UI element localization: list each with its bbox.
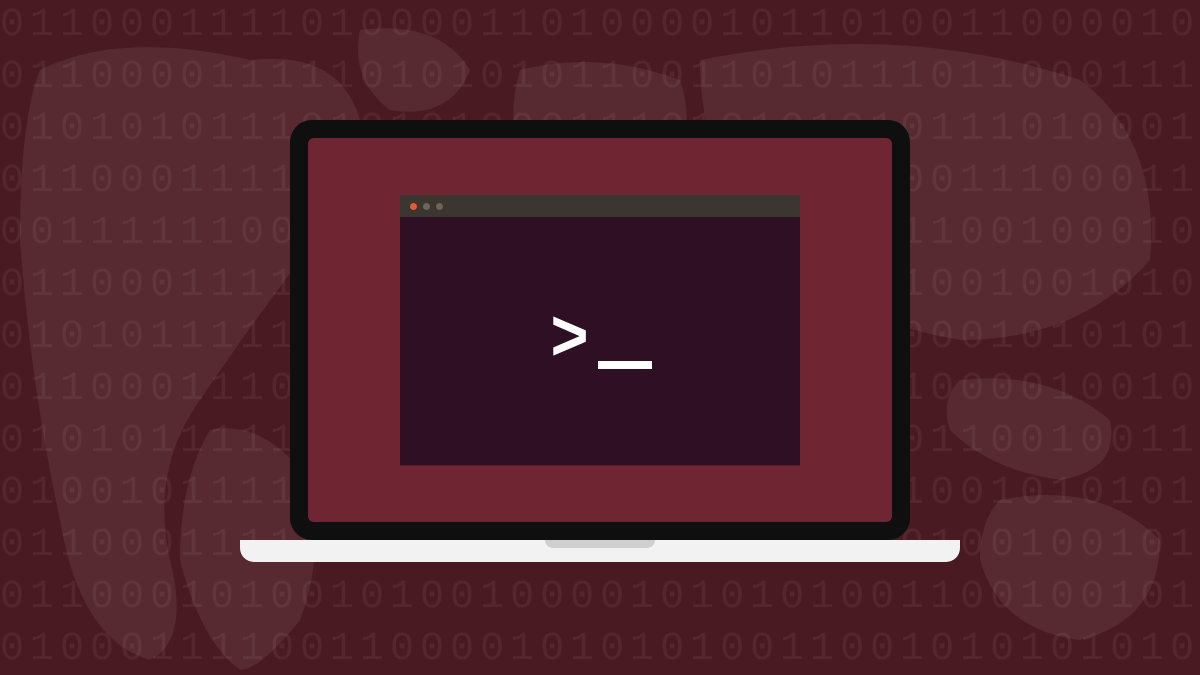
laptop-notch (545, 540, 655, 548)
terminal-body: > (400, 217, 800, 465)
laptop-lid: > (290, 120, 910, 540)
laptop-illustration: > (290, 120, 910, 562)
minimize-icon (423, 203, 430, 210)
laptop-base (240, 540, 960, 562)
laptop-screen: > (308, 138, 892, 522)
terminal-prompt: > (548, 305, 651, 377)
prompt-cursor-icon (598, 361, 652, 369)
prompt-caret-icon: > (551, 305, 590, 377)
terminal-titlebar (400, 195, 800, 217)
binary-row: 0110000111110101010110011010111011000111… (0, 55, 1200, 100)
binary-row: 0100011110011000010101010011001010101010… (0, 627, 1200, 672)
terminal-window: > (400, 195, 800, 465)
zoom-icon (436, 203, 443, 210)
binary-row: 0110001111010000110100001011010011000010… (0, 3, 1200, 48)
close-icon (410, 203, 417, 210)
binary-row: 0110001010010100100001010101001100100101… (0, 575, 1200, 620)
illustration-stage: 0110001111010000110100001011010011000010… (0, 0, 1200, 675)
